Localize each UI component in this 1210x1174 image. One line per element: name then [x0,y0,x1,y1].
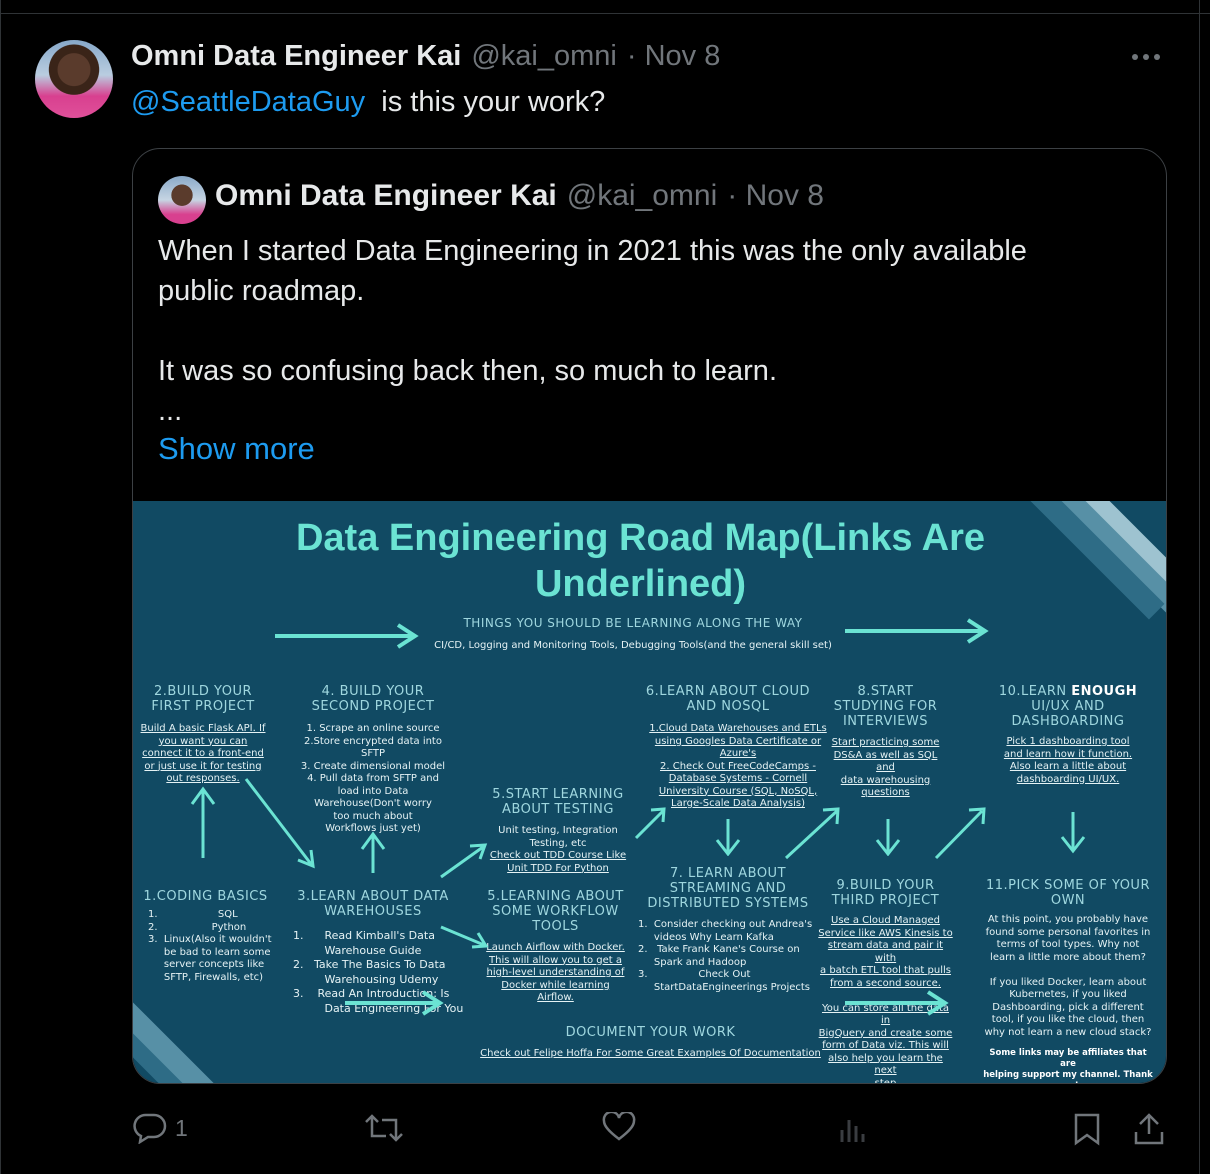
step-3-title: 3.LEARN ABOUT DATA WAREHOUSES [297,889,449,919]
step-9-title: 9.BUILD YOUR THIRD PROJECT [831,878,940,908]
quoted-line-3: It was so confusing back then, so much t… [158,355,777,387]
reply-button[interactable]: 1 [133,1112,188,1144]
step-6-title: 6.LEARN ABOUT CLOUD AND NOSQL [645,684,811,714]
roadmap-arrow [440,925,488,949]
roadmap-arrow [360,831,386,873]
step-10-title: 10.LEARN ENOUGH UI/UX AND DASHBOARDING [993,684,1143,729]
tweet-body: is this your work? [381,86,606,118]
step-7-title: 7. LEARN ABOUT STREAMING AND DISTRIBUTED… [647,866,809,911]
roadmap-arrow [345,990,444,1016]
roadmap-arrow [845,618,989,644]
quoted-author-avatar[interactable] [158,176,206,224]
quoted-line-2: public roadmap. [158,275,365,307]
step-10-text[interactable]: Pick 1 dashboarding tool and learn how i… [993,736,1143,786]
tweet-header: Omni Data Engineer Kai @kai_omni · Nov 8 [131,40,720,80]
window-top-border [0,0,1210,14]
document-text[interactable]: Check out Felipe Hoffa For Some Great Ex… [463,1048,838,1061]
mention-link[interactable]: @SeattleDataGuy [131,86,365,118]
roadmap-arrow [934,807,986,860]
action-bar: 1 [0,1112,1210,1148]
retweet-button[interactable] [364,1112,404,1144]
share-icon [1134,1113,1164,1145]
quoted-spacer [158,311,1138,351]
views-button[interactable] [838,1112,868,1144]
step-5-text: Unit testing, Integration Testing, etc [498,825,618,849]
roadmap-arrow [440,843,488,879]
document-heading: DOCUMENT YOUR WORK [565,1025,736,1040]
author-avatar[interactable] [35,40,113,118]
bookmark-icon [1074,1113,1100,1146]
quoted-body: When I started Data Engineering in 2021 … [158,231,1138,431]
reply-icon [133,1113,167,1144]
retweet-icon [365,1114,403,1142]
show-more-link[interactable]: Show more [158,431,315,467]
quoted-tweet[interactable]: Omni Data Engineer Kai @kai_omni · Nov 8… [132,148,1167,1084]
tweet-date[interactable]: · Nov 8 [627,40,720,73]
step-1-title: 1.CODING BASICS [143,889,268,904]
roadmap-title: Data Engineering Road Map(Links Are Unde… [133,515,1148,607]
roadmap-arrow [634,807,666,840]
bookmark-button[interactable] [1072,1112,1102,1146]
step-5b-text[interactable]: Launch Airflow with Docker. This will al… [478,942,633,1005]
more-options-icon[interactable] [1132,54,1160,60]
roadmap-title-line-1: Data Engineering Road Map(Links Are [295,517,986,559]
like-button[interactable] [602,1112,636,1142]
heart-icon [602,1112,636,1141]
window-left-border [0,0,1,1174]
reply-count: 1 [175,1114,188,1141]
author-name[interactable]: Omni Data Engineer Kai [131,40,461,73]
roadmap-title-line-2: Underlined) [534,563,747,605]
roadmap-arrow [715,819,741,856]
roadmap-arrow [875,819,901,856]
step-7-text[interactable]: 1. Consider checking out Andrea's videos… [638,919,818,994]
roadmap-arrow [784,807,840,860]
roadmap-image[interactable]: Data Engineering Road Map(Links Are Unde… [133,501,1166,1083]
analytics-icon [840,1120,865,1142]
step-1-text[interactable]: 1. SQL 2. Python 3. Linux(Also it wouldn… [148,909,272,984]
quoted-author-name[interactable]: Omni Data Engineer Kai [215,179,557,213]
quoted-ellipsis: ... [158,395,183,427]
along-way-text: CI/CD, Logging and Monitoring Tools, Deb… [434,640,832,651]
footer-note: Some links may be affiliates that are he… [983,1048,1153,1083]
step-10-title-a: 10.LEARN [998,684,1072,699]
step-11-text: At this point, you probably have found s… [984,914,1152,1038]
step-8-text[interactable]: Start practicing some DS&A as well as SQ… [823,737,948,800]
step-10-title-c: UI/UX AND DASHBOARDING [1011,699,1125,729]
quoted-date[interactable]: · Nov 8 [727,179,824,213]
quoted-author-handle[interactable]: @kai_omni [567,179,718,213]
roadmap-arrow [845,990,949,1016]
step-8-title: 8.START STUDYING FOR INTERVIEWS [833,684,938,729]
step-5b-title: 5.LEARNING ABOUT SOME WORKFLOW TOOLS [487,889,624,934]
step-5-link[interactable]: Check out TDD Course Like Unit TDD For P… [478,850,638,875]
author-handle[interactable]: @kai_omni [471,40,617,73]
along-way-heading: THINGS YOU SHOULD BE LEARNING ALONG THE … [463,616,803,630]
tweet-text: @SeattleDataGuy is this your work? [131,86,605,119]
window-right-border [1199,0,1200,1174]
roadmap-arrow [190,786,216,858]
step-6-text[interactable]: 1.Cloud Data Warehouses and ETLs using G… [638,723,838,811]
step-11-title: 11.PICK SOME OF YOUR OWN [986,878,1150,908]
step-4-title: 4. BUILD YOUR SECOND PROJECT [311,684,435,714]
share-button[interactable] [1133,1112,1165,1146]
quoted-line-1: When I started Data Engineering in 2021 … [158,235,1027,267]
roadmap-arrow [275,623,419,649]
step-2-title: 2.BUILD YOUR FIRST PROJECT [151,684,255,714]
quoted-header: Omni Data Engineer Kai @kai_omni · Nov 8 [215,179,824,213]
step-10-title-b: ENOUGH [1071,684,1138,699]
roadmap-arrow [1060,812,1086,854]
step-5-title: 5.START LEARNING ABOUT TESTING [492,787,624,817]
roadmap-arrow [244,778,315,869]
